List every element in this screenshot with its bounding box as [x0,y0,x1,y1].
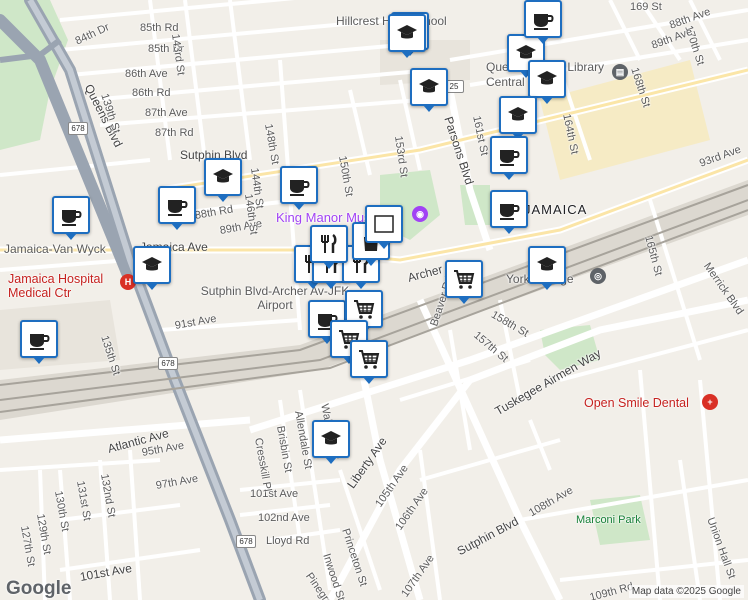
shopping-cart-marker-icon[interactable] [445,260,483,304]
route-shield: 678 [68,122,88,135]
school-marker-icon[interactable] [204,158,242,202]
cafe-marker-icon[interactable] [524,0,562,44]
shopping-cart-marker-icon[interactable] [350,340,388,384]
school-marker-icon[interactable] [528,246,566,290]
school-marker-icon[interactable] [388,14,426,58]
road-label: 101st Ave [250,488,299,500]
cafe-marker-icon[interactable] [490,190,528,234]
cafe-marker-icon[interactable] [158,186,196,230]
hospital-label: Jamaica Hospital Medical Ctr [8,272,104,300]
cafe-marker-icon[interactable] [52,196,90,240]
road-label: 102nd Ave [258,512,310,524]
google-logo: Google [6,578,72,599]
cafe-marker-icon[interactable] [20,320,58,364]
cafe-marker-icon[interactable] [280,166,318,210]
museum-icon: ◉ [412,206,428,222]
route-shield: 678 [158,357,178,370]
library-icon: ▤ [612,64,628,80]
cafe-marker-icon[interactable] [490,136,528,180]
road-label: 86th Ave [125,68,168,80]
road-label: 85th Rd [140,22,179,34]
road-label: 169 St [630,1,662,13]
school-marker-icon[interactable] [499,96,537,140]
road-label: 87th Rd [155,127,194,139]
school-marker-icon[interactable] [312,420,350,464]
dental-label: Open Smile Dental [584,396,689,410]
college-icon: ◎ [590,268,606,284]
park-label: Marconi Park [576,514,641,526]
school-marker-icon[interactable] [528,60,566,104]
stacked-marker-icon[interactable] [365,205,403,249]
dental-icon: + [702,394,718,410]
school-marker-icon[interactable] [410,68,448,112]
neighborhood-label: JAMAICA [524,202,588,217]
school-marker-icon[interactable] [133,246,171,290]
restaurant-marker-icon[interactable] [310,225,348,269]
station-label: Jamaica-Van Wyck [4,242,106,256]
road-label: 86th Rd [132,87,171,99]
road-label: 87th Ave [145,107,188,119]
road-label: Lloyd Rd [266,535,310,547]
route-shield: 678 [236,535,256,548]
map-attribution: Map data ©2025 Google [628,585,744,598]
map-canvas[interactable]: 678 678 678 25 Queens Blvd 84th Dr 85th … [0,0,748,600]
